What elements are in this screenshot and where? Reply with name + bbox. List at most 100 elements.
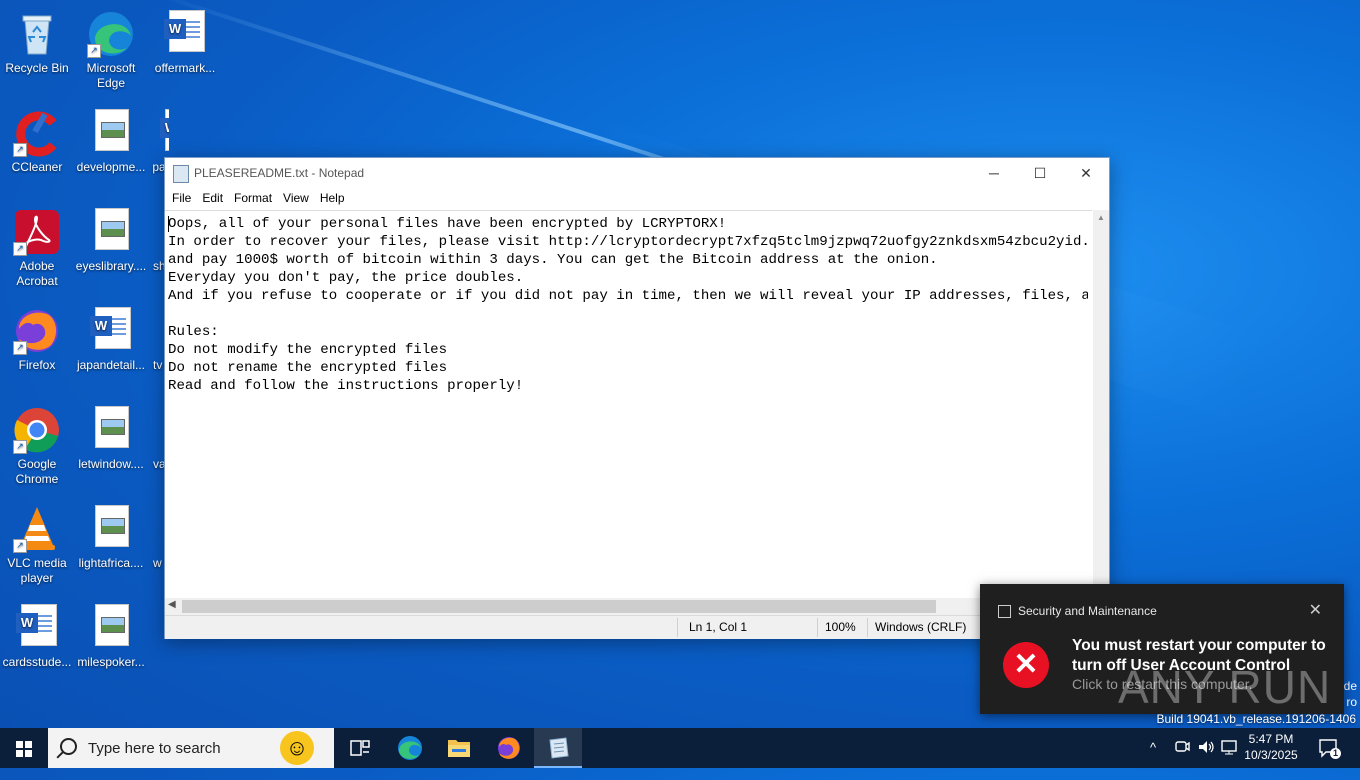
edge-icon — [398, 736, 422, 760]
clock-time: 5:47 PM — [1248, 732, 1294, 746]
toast-close-button[interactable]: ✕ — [1309, 600, 1322, 620]
file-explorer-icon — [448, 740, 470, 757]
desktop-icon-japandetail[interactable]: W japandetail... — [75, 303, 147, 373]
desktop-icon-label: cardsstude... — [2, 655, 72, 669]
desktop-icon-letwindow[interactable]: letwindow.... — [75, 402, 147, 472]
desktop-icon-firefox[interactable]: ↗ Firefox — [1, 303, 73, 373]
minimize-button[interactable]: ─ — [971, 158, 1017, 188]
notepad-icon — [549, 737, 569, 759]
zoom-level: 100% — [825, 620, 856, 634]
menu-file[interactable]: File — [165, 188, 195, 205]
meet-now-icon[interactable] — [1174, 738, 1190, 778]
search-highlight-sun-icon[interactable]: ☺ — [280, 731, 314, 765]
line-endings: Windows (CRLF) — [875, 620, 967, 634]
text-caret — [168, 216, 169, 232]
shortcut-arrow-icon: ↗ — [13, 539, 27, 553]
desktop-icon-label: Recycle Bin — [5, 61, 69, 75]
file-icon — [149, 208, 164, 256]
desktop-icon-vlc[interactable]: ↗ VLC media player — [1, 501, 73, 586]
desktop-icon-developme[interactable]: developme... — [75, 105, 147, 175]
notification-count-badge: 1 — [1330, 748, 1341, 759]
desktop-icon-va[interactable]: va — [149, 402, 164, 472]
desktop-icon-eyeslibrary[interactable]: eyeslibrary.... — [75, 204, 147, 274]
vertical-scrollbar[interactable]: ▲ — [1093, 210, 1109, 598]
windows-logo-icon — [16, 741, 32, 757]
vlc-icon: ↗ — [13, 505, 61, 553]
word-doc-icon: W — [161, 10, 209, 58]
error-icon: ✕ — [1003, 642, 1049, 688]
image-file-icon — [87, 604, 135, 652]
desktop-icon-milespoker[interactable]: milespoker... — [75, 600, 147, 670]
desktop-icon-offermark[interactable]: W offermark... — [149, 6, 221, 76]
desktop-icon-label: milespoker... — [77, 655, 145, 669]
desktop-icon-label: letwindow.... — [78, 457, 144, 471]
desktop-icon-lightafrica[interactable]: lightafrica.... — [75, 501, 147, 571]
taskbar-notepad-button[interactable] — [534, 728, 582, 768]
shortcut-arrow-icon: ↗ — [13, 440, 27, 454]
anyrun-watermark: ANY RUN — [1118, 661, 1332, 713]
editor-content[interactable]: Oops, all of your personal files have be… — [168, 215, 1088, 395]
shortcut-arrow-icon: ↗ — [87, 44, 101, 58]
horizontal-scrollbar[interactable]: ◀ — [165, 598, 1092, 615]
maximize-button[interactable]: ☐ — [1017, 158, 1063, 188]
image-file-icon — [87, 109, 135, 157]
desktop-icon-label: tv — [153, 358, 163, 372]
desktop-icon-cardsstude[interactable]: W cardsstude... — [1, 600, 73, 670]
menu-view[interactable]: View — [276, 188, 313, 205]
menu-help[interactable]: Help — [313, 188, 349, 205]
search-box[interactable]: Type here to search ☺ — [48, 728, 334, 768]
volume-icon[interactable] — [1197, 738, 1215, 778]
firefox-icon: ↗ — [13, 307, 61, 355]
taskbar: Type here to search ☺ ^ 5:47 PM 10/3/202… — [0, 728, 1360, 768]
menu-edit[interactable]: Edit — [195, 188, 227, 205]
desktop-icon-label: Google Chrome — [15, 457, 59, 486]
desktop-icon-label: japandetail... — [76, 358, 146, 372]
horizontal-scroll-thumb[interactable] — [182, 600, 936, 613]
desktop-icon-recycle-bin[interactable]: Recycle Bin — [1, 6, 73, 76]
cursor-position: Ln 1, Col 1 — [689, 620, 748, 634]
menu-format[interactable]: Format — [227, 188, 276, 205]
start-button[interactable] — [0, 728, 48, 768]
desktop-icon-label: w — [153, 556, 162, 570]
image-file-icon — [87, 208, 135, 256]
taskbar-file-explorer-button[interactable] — [435, 728, 483, 768]
desktop-icon-tv[interactable]: tv — [149, 303, 164, 373]
desktop-icon-sh[interactable]: sh — [149, 204, 164, 274]
desktop-icon-label: CCleaner — [11, 160, 63, 174]
side-text-fragment: ro — [1346, 695, 1357, 709]
acrobat-icon: ↗ — [13, 208, 61, 256]
title-bar[interactable]: PLEASEREADME.txt - Notepad ─ ☐ ✕ — [165, 158, 1109, 188]
show-hidden-icons-button[interactable]: ^ — [1150, 740, 1156, 780]
status-separator — [817, 618, 818, 637]
task-view-button[interactable] — [336, 728, 384, 768]
close-button[interactable]: ✕ — [1063, 158, 1109, 188]
chrome-icon: ↗ — [13, 406, 61, 454]
desktop-icon-label: developme... — [76, 160, 146, 174]
desktop-icon-w[interactable]: w — [149, 501, 164, 571]
edge-icon: ↗ — [87, 10, 135, 58]
desktop-icon-label: Microsoft Edge — [86, 61, 136, 90]
file-icon — [149, 307, 164, 355]
status-bar: Ln 1, Col 1 100% Windows (CRLF) — [165, 615, 1109, 639]
notepad-icon — [173, 165, 189, 183]
taskbar-firefox-button[interactable] — [485, 728, 533, 768]
desktop-icon-edge[interactable]: ↗ Microsoft Edge — [75, 6, 147, 91]
desktop-icon-google-chrome[interactable]: ↗ Google Chrome — [1, 402, 73, 487]
notepad-window[interactable]: PLEASEREADME.txt - Notepad ─ ☐ ✕ File Edi… — [164, 157, 1110, 639]
action-center-button[interactable]: 1 — [1318, 738, 1341, 778]
desktop-icon-label: Firefox — [18, 358, 56, 372]
desktop-icon-ccleaner[interactable]: ↗ CCleaner — [1, 105, 73, 175]
ccleaner-icon: ↗ — [13, 109, 61, 157]
clock-date: 10/3/2025 — [1244, 748, 1298, 762]
clock[interactable]: 5:47 PM 10/3/2025 — [1236, 731, 1306, 763]
scroll-left-icon[interactable]: ◀ — [168, 599, 176, 610]
desktop-icon-adobe-acrobat[interactable]: ↗ Adobe Acrobat — [1, 204, 73, 289]
shortcut-arrow-icon: ↗ — [13, 341, 27, 355]
taskbar-edge-button[interactable] — [386, 728, 434, 768]
scroll-up-icon[interactable]: ▲ — [1093, 210, 1109, 226]
file-icon — [149, 406, 164, 454]
search-placeholder: Type here to search — [88, 740, 221, 757]
word-doc-icon: W — [87, 307, 135, 355]
shortcut-arrow-icon: ↗ — [13, 242, 27, 256]
text-editor[interactable]: Oops, all of your personal files have be… — [165, 210, 1092, 599]
